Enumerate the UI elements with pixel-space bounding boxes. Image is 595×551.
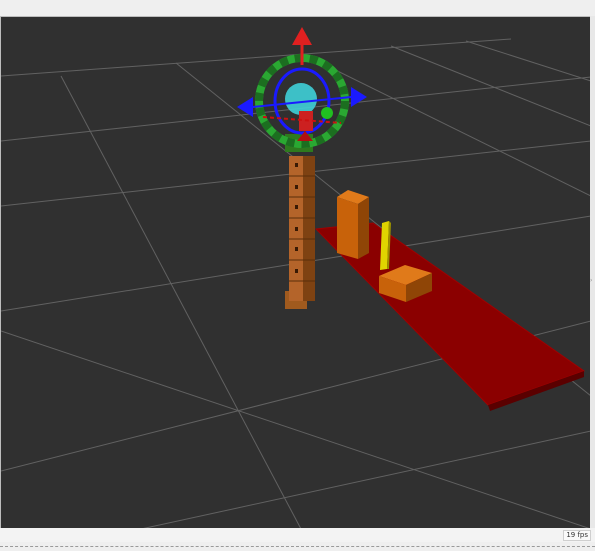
robot-arm-stack[interactable]: [285, 134, 315, 309]
tall-orange-block[interactable]: [337, 190, 369, 259]
fps-label: 19 fps: [563, 530, 591, 541]
panel-resize-handle[interactable]: ›: [590, 16, 595, 528]
dashed-divider: [0, 546, 595, 547]
status-bar: 19 fps: [0, 528, 595, 542]
arrow-right[interactable]: [351, 87, 367, 107]
expand-arrow-icon: ›: [590, 277, 593, 284]
gizmo-sphere[interactable]: [285, 83, 317, 115]
arrow-up[interactable]: [292, 27, 312, 45]
scene-svg: [1, 27, 591, 529]
interactive-marker-gizmo[interactable]: [237, 27, 367, 148]
3d-viewport[interactable]: [0, 16, 591, 529]
